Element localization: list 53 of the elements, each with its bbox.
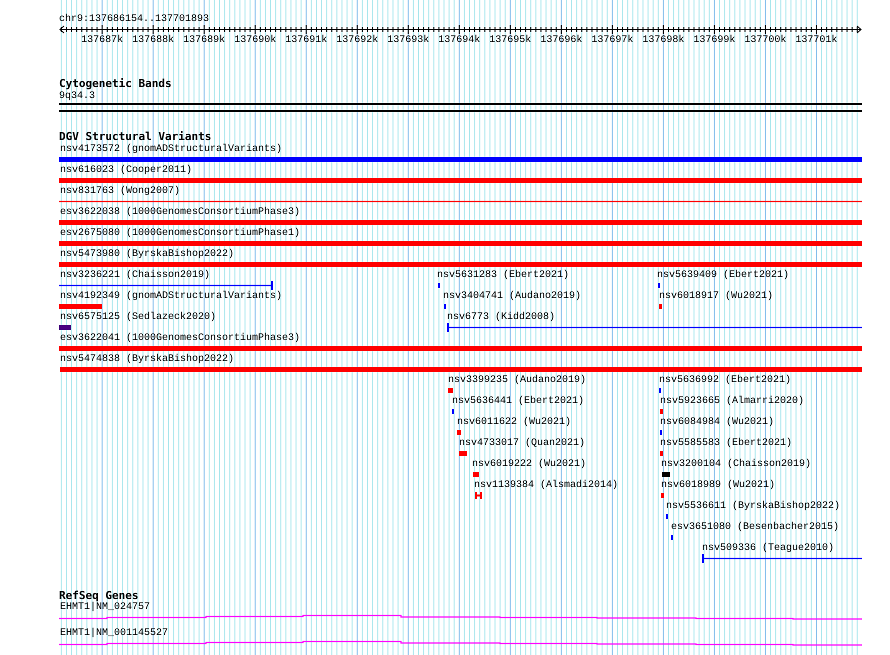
variant-label: nsv5639409 (Ebert2021) [657,270,790,281]
ruler-label: 137688k [132,35,174,46]
variant-label: nsv5585583 (Ebert2021) [660,438,792,449]
variant-label: nsv6575125 (Sedlazeck2020) [60,312,216,323]
gene-label: EHMT1|NM_001145527 [60,628,168,639]
variant-label: nsv6018917 (Wu2021) [659,291,774,302]
variant-label: esv3622041 (1000GenomesConsortiumPhase3) [60,333,300,344]
track-title: DGV Structural Variants [59,131,212,143]
variant-label: nsv3404741 (Audano2019) [443,291,582,302]
gene-label: EHMT1|NM_024757 [60,602,150,613]
ruler-label: 137700k [744,35,786,46]
variant-label: esv3651080 (Besenbacher2015) [671,522,840,533]
variant-label: nsv616023 (Cooper2011) [60,165,192,176]
variant-label: nsv6773 (Kidd2008) [447,312,556,323]
variant-label: nsv4173572 (gnomADStructuralVariants) [60,144,282,155]
location-label: chr9:137686154..137701893 [59,14,210,25]
variant-label: nsv5631283 (Ebert2021) [437,270,570,281]
variant-label: nsv3236221 (Chaisson2019) [60,270,210,281]
variant-label: nsv5474838 (ByrskaBishop2022) [60,354,234,365]
variant-label: nsv5536611 (ByrskaBishop2022) [666,501,840,512]
ruler-label: 137694k [438,35,480,46]
variant-label: esv3622038 (1000GenomesConsortiumPhase3) [60,207,300,218]
variant-label: nsv4192349 (gnomADStructuralVariants) [60,291,282,302]
band-label: 9q34.3 [59,91,96,102]
variant-label: nsv831763 (Wong2007) [60,186,180,197]
variant-label: nsv509336 (Teague2010) [702,543,834,554]
variant-label: nsv3399235 (Audano2019) [448,375,586,386]
track-title: RefSeq Genes [59,590,138,602]
variant-label: nsv5473980 (ByrskaBishop2022) [60,249,234,260]
variant-label: nsv4733017 (Quan2021) [459,438,586,449]
variant-label: nsv5923665 (Almarri2020) [660,396,804,407]
ruler-label: 137692k [336,35,378,46]
variant-label: nsv5636441 (Ebert2021) [452,396,584,407]
ruler-label: 137693k [387,35,430,46]
ruler-label: 137696k [540,35,582,46]
ruler-label: 137690k [234,35,276,46]
ruler-label: 137689k [183,35,226,46]
variant-label: nsv5636992 (Ebert2021) [659,375,792,386]
variant-label: nsv6019222 (Wu2021) [472,459,586,470]
ruler-label: 137695k [489,35,532,46]
ruler-label: 137691k [285,35,328,46]
variant-label: nsv3200104 (Chaisson2019) [661,459,812,470]
variant-label: nsv6011622 (Wu2021) [457,417,572,428]
ruler-label: 137697k [591,35,634,46]
ruler-label: 137701k [795,35,838,46]
variant-label: nsv6084984 (Wu2021) [660,417,774,428]
track-title: Cytogenetic Bands [59,78,173,90]
variant-label: esv2675080 (1000GenomesConsortiumPhase1) [60,228,300,239]
variant-label: nsv6018989 (Wu2021) [661,480,776,491]
ruler-label: 137698k [642,35,684,46]
ruler-label: 137687k [81,35,124,46]
ruler-label: 137699k [693,35,736,46]
variant-label: nsv1139384 (Alsmadi2014) [474,480,618,491]
